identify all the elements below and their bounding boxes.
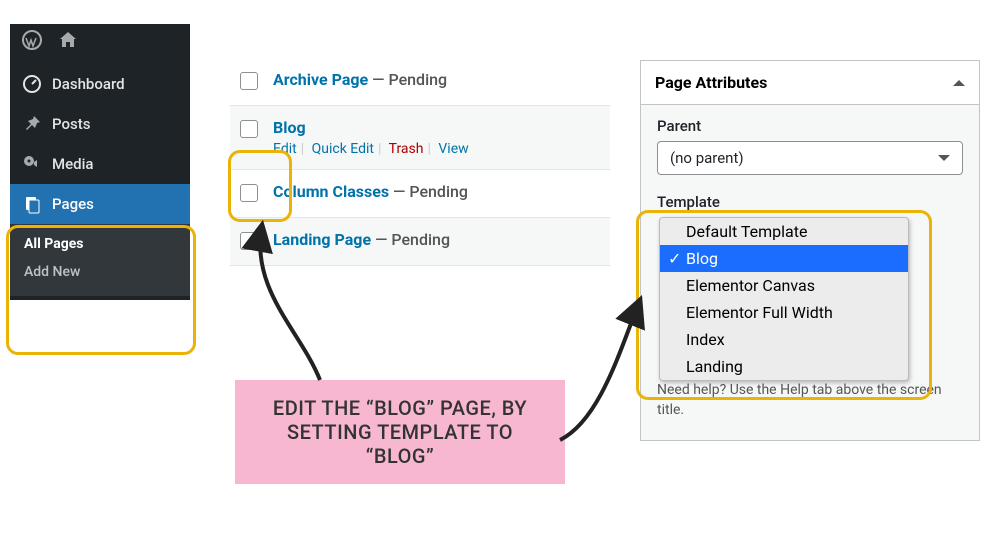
menu-label: Pages: [52, 195, 94, 213]
media-icon: [22, 154, 42, 174]
menu-posts[interactable]: Posts: [10, 104, 190, 144]
page-status: — Pending: [372, 70, 447, 89]
template-option[interactable]: Blog: [660, 245, 908, 272]
metabox-header[interactable]: Page Attributes: [641, 61, 979, 105]
row-checkbox[interactable]: [240, 72, 258, 90]
submenu-pages: All Pages Add New: [10, 224, 190, 296]
action-edit[interactable]: Edit: [273, 141, 297, 157]
page-status: — Pending: [393, 182, 468, 201]
parent-label: Parent: [657, 117, 963, 135]
page-title-link[interactable]: Blog: [273, 118, 306, 137]
action-view[interactable]: View: [438, 141, 468, 157]
admin-menu: Dashboard Posts Media Pages All Pages Ad…: [10, 60, 190, 300]
page-status: — Pending: [375, 230, 450, 249]
pages-icon: [22, 194, 42, 214]
action-trash[interactable]: Trash: [389, 141, 424, 157]
admin-sidebar: Dashboard Posts Media Pages All Pages Ad…: [10, 24, 190, 300]
table-row: Column Classes — Pending: [230, 170, 610, 218]
template-option[interactable]: Elementor Full Width: [660, 299, 908, 326]
table-row: Landing Page — Pending: [230, 218, 610, 266]
action-quick-edit[interactable]: Quick Edit: [312, 141, 374, 157]
menu-label: Posts: [52, 115, 90, 133]
menu-pages[interactable]: Pages: [10, 184, 190, 224]
page-title-link[interactable]: Column Classes: [273, 182, 389, 201]
chevron-down-icon: [938, 155, 950, 161]
page-attributes-metabox: Page Attributes Parent (no parent) Templ…: [640, 60, 980, 441]
template-option[interactable]: Elementor Canvas: [660, 272, 908, 299]
template-label: Template: [657, 193, 963, 211]
template-option[interactable]: Default Template: [660, 218, 908, 245]
row-checkbox[interactable]: [240, 232, 258, 250]
metabox-help-text: Need help? Use the Help tab above the sc…: [657, 381, 963, 420]
submenu-all-pages[interactable]: All Pages: [10, 230, 190, 258]
template-option[interactable]: Index: [660, 326, 908, 353]
metabox-title: Page Attributes: [655, 73, 767, 92]
parent-select[interactable]: (no parent): [657, 141, 963, 175]
row-actions: Edit| Quick Edit| Trash| View: [273, 141, 469, 157]
submenu-add-new[interactable]: Add New: [10, 258, 190, 286]
pages-list: Archive Page — Pending Blog Edit| Quick …: [230, 58, 610, 266]
wordpress-logo-icon[interactable]: [22, 30, 42, 54]
row-checkbox[interactable]: [240, 120, 258, 138]
parent-select-value: (no parent): [670, 149, 744, 167]
home-icon[interactable]: [58, 30, 78, 54]
dashboard-icon: [22, 74, 42, 94]
template-option[interactable]: Landing: [660, 353, 908, 380]
page-title-link[interactable]: Archive Page: [273, 70, 368, 89]
table-row: Archive Page — Pending: [230, 58, 610, 106]
collapse-icon: [953, 80, 965, 86]
admin-bar: [10, 24, 190, 60]
menu-label: Media: [52, 155, 94, 173]
menu-dashboard[interactable]: Dashboard: [10, 64, 190, 104]
pushpin-icon: [22, 114, 42, 134]
page-title-link[interactable]: Landing Page: [273, 230, 371, 249]
annotation-note: EDIT THE “BLOG” PAGE, BY SETTING TEMPLAT…: [235, 380, 565, 484]
menu-media[interactable]: Media: [10, 144, 190, 184]
template-dropdown[interactable]: Default Template Blog Elementor Canvas E…: [659, 217, 909, 381]
menu-label: Dashboard: [52, 75, 125, 93]
row-checkbox[interactable]: [240, 184, 258, 202]
table-row: Blog Edit| Quick Edit| Trash| View: [230, 106, 610, 170]
